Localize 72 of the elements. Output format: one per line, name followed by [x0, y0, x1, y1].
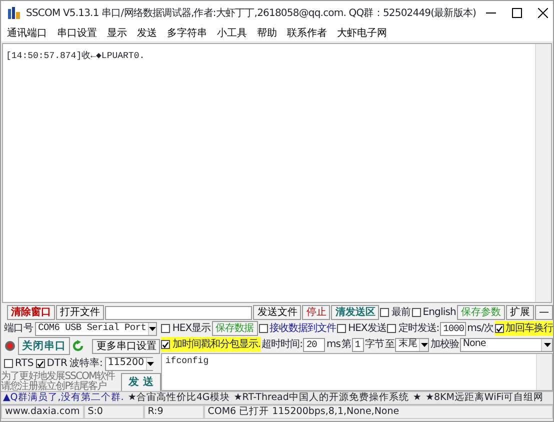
expand-button[interactable]: 扩展 [506, 305, 534, 320]
option-checkbox[interactable]: 加回车换行 [494, 321, 553, 336]
ticker-text[interactable]: ★ [412, 392, 422, 404]
check-icon [162, 340, 170, 348]
clear-send-button[interactable]: 清发送区 [331, 305, 380, 320]
ticker-text[interactable]: ★合宙高性价比4G模块 [128, 392, 230, 404]
ticker-text[interactable]: ★RT-Thread中国人的开源免费操作系统 [234, 392, 409, 404]
timeout-field[interactable]: 20 [303, 338, 326, 352]
checksum-label: 加校验 [430, 338, 459, 352]
check-icon [496, 324, 502, 332]
byte-end-select[interactable]: 末尾 [395, 338, 430, 352]
menu-item[interactable]: 大虾电子网 [337, 26, 387, 40]
to-label: 至 [384, 339, 394, 352]
option-checkbox[interactable]: 最前 [380, 305, 411, 320]
option-checkbox[interactable]: English [412, 305, 456, 320]
unit-label: ms/次 [467, 322, 494, 336]
promo-text: 请您注册嘉立创P结尾客户 [1, 382, 108, 392]
line-checkbox[interactable]: RTS [4, 356, 34, 371]
byte-label: 第 [341, 338, 351, 352]
stop-button[interactable]: 停止 [302, 305, 330, 320]
baud-label: 波特率: [69, 356, 103, 371]
status-field: www.daxia.com [1, 405, 84, 419]
checksum-select[interactable]: None [460, 338, 553, 352]
more-settings-button[interactable]: 更多串口设置 [92, 338, 160, 354]
option-checkbox[interactable]: HEX发送 [337, 321, 386, 336]
log-line: [14:50:57.874]收←◆LPUART0. [6, 50, 146, 63]
ticker-text[interactable]: ▲Q群满员了,没有第二个群. [3, 392, 124, 404]
file-path-field[interactable] [105, 306, 252, 320]
caret-icon [544, 342, 550, 346]
scrollbar[interactable] [535, 44, 551, 302]
maximize-icon [512, 8, 522, 18]
menu-item[interactable]: 帮助 [257, 26, 277, 40]
send-button[interactable]: 发 送 [121, 372, 162, 392]
status-field: COM6 已打开 115200bps,8,1,None,None [204, 405, 553, 419]
scrollbar[interactable] [536, 354, 552, 390]
timeout-label: 超时时间: [262, 338, 302, 352]
menu-item[interactable]: 联系作者 [287, 26, 327, 40]
menu-item[interactable]: 多字符串 [167, 26, 207, 40]
option-checkbox[interactable]: HEX显示 [161, 321, 211, 336]
window-title: SSCOM V5.13.1 串口/网络数据调试器,作者:大虾丁丁,2618058@qq.com. QQ群：52502449(最新版本) [26, 6, 476, 20]
status-field: S:0 [84, 405, 144, 419]
baud-select[interactable]: 115200 [104, 356, 153, 370]
menu-item[interactable]: 显示 [107, 26, 127, 40]
send-file-button[interactable]: 发送文件 [253, 305, 302, 320]
caret-icon [420, 342, 428, 346]
close-icon [538, 8, 548, 18]
toggle-port-button[interactable]: 关闭串口 [18, 337, 70, 355]
open-file-button[interactable]: 打开文件 [56, 305, 104, 320]
port-label: 端口号 [4, 322, 34, 336]
option-checkbox[interactable]: 定时发送: [387, 321, 440, 336]
caret-icon [147, 362, 154, 366]
clear-window-button[interactable]: 清除窗口 [7, 305, 55, 320]
interval-field[interactable]: 1000 [440, 322, 466, 336]
caret-icon [149, 326, 156, 330]
byte-label: 字节 [364, 338, 384, 352]
option-checkbox[interactable]: 接收数据到文件 [258, 321, 336, 336]
menu-item[interactable]: 发送 [137, 26, 157, 40]
collapse-button[interactable]: — [535, 305, 553, 320]
promo-text: 为了更好地发展SSCOM软件 [1, 372, 115, 382]
menu-item[interactable]: 小工具 [217, 26, 247, 40]
line-checkbox[interactable]: DTR [36, 356, 68, 371]
check-icon [36, 360, 44, 368]
status-field: R:9 [144, 405, 204, 419]
app-icon [7, 6, 21, 20]
refresh-icon[interactable] [72, 340, 84, 352]
option-checkbox[interactable]: 加时间戳和分包显示. [161, 337, 261, 352]
menu-item[interactable]: 通讯端口 [7, 26, 47, 40]
byte-field[interactable]: 1 [352, 338, 364, 352]
menu-item[interactable]: 串口设置 [57, 26, 97, 40]
unit-label: ms [326, 338, 340, 352]
port-select[interactable]: COM6 USB Serial Port [35, 322, 158, 336]
ticker-text[interactable]: ★8KM远距离WiFi可自组网 [425, 392, 544, 404]
